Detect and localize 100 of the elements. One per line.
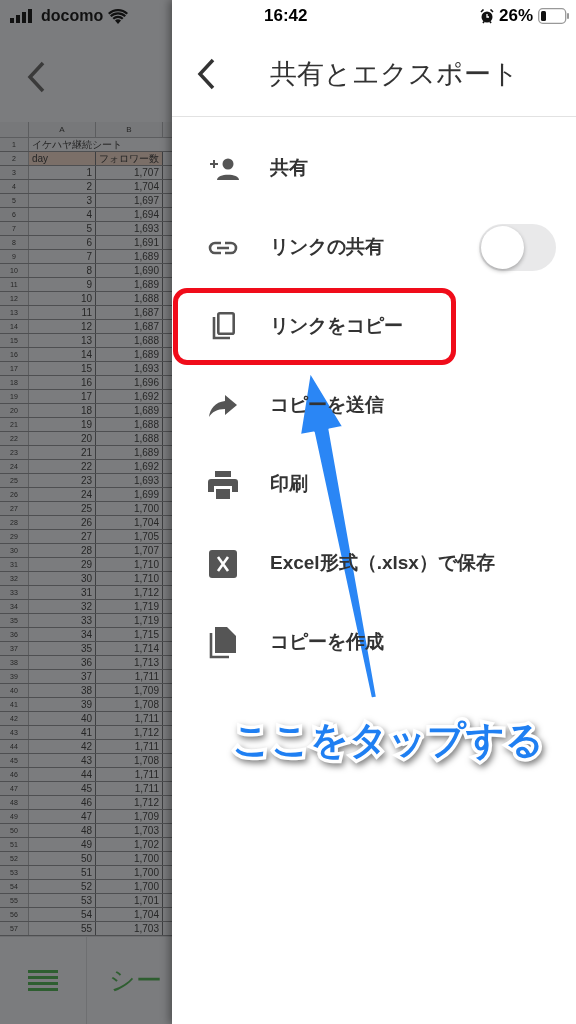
table-cell: 1,693 <box>96 362 163 375</box>
menu-item[interactable]: リンクをコピー <box>172 287 576 366</box>
table-cell: 3 <box>29 194 96 207</box>
table-cell: 1,700 <box>96 880 163 893</box>
table-cell: 51 <box>29 866 96 879</box>
table-cell: 1,703 <box>96 922 163 935</box>
table-cell: 1,711 <box>96 670 163 683</box>
menu-item[interactable]: リンクの共有 <box>172 208 576 287</box>
table-cell: 1,689 <box>96 278 163 291</box>
table-cell: 42 <box>29 740 96 753</box>
table-cell: 20 <box>29 432 96 445</box>
table-cell: 1,707 <box>96 544 163 557</box>
table-cell: 38 <box>29 684 96 697</box>
table-cell-text: イケハヤ継続シート <box>31 138 123 151</box>
table-cell: 46 <box>29 796 96 809</box>
table-cell: 1,691 <box>96 236 163 249</box>
table-cell: 1,710 <box>96 558 163 571</box>
table-cell: 19 <box>29 418 96 431</box>
table-cell: 1,692 <box>96 460 163 473</box>
table-cell: 1,692 <box>96 390 163 403</box>
table-cell: 1,704 <box>96 908 163 921</box>
table-cell: 8 <box>29 264 96 277</box>
table-cell: 54 <box>29 908 96 921</box>
table-cell: 48 <box>29 824 96 837</box>
table-cell: 1,713 <box>96 656 163 669</box>
table-cell: 1,689 <box>96 446 163 459</box>
table-cell: 22 <box>29 460 96 473</box>
table-cell: 27 <box>29 530 96 543</box>
table-cell: 30 <box>29 572 96 585</box>
table-cell: 1,712 <box>96 586 163 599</box>
table-cell: 12 <box>29 320 96 333</box>
table-cell: 1,710 <box>96 572 163 585</box>
table-cell: 34 <box>29 628 96 641</box>
table-cell: 13 <box>29 334 96 347</box>
column-header[interactable]: B <box>96 122 163 137</box>
table-cell: 1,689 <box>96 348 163 361</box>
table-cell: 1,709 <box>96 810 163 823</box>
table-cell: 45 <box>29 782 96 795</box>
table-cell: 1,707 <box>96 166 163 179</box>
link-icon <box>208 240 238 255</box>
table-cell: 1,700 <box>96 852 163 865</box>
table-cell: 1,688 <box>96 418 163 431</box>
table-cell: 1,712 <box>96 796 163 809</box>
table-cell: 7 <box>29 250 96 263</box>
table-cell: 1,687 <box>96 320 163 333</box>
table-cell: 24 <box>29 488 96 501</box>
table-cell: 55 <box>29 922 96 935</box>
menu-icon[interactable] <box>28 969 58 992</box>
table-cell: 40 <box>29 712 96 725</box>
table-cell: 1,715 <box>96 628 163 641</box>
table-cell: 43 <box>29 754 96 767</box>
printer-icon <box>208 470 238 499</box>
sheet-tab[interactable]: シー <box>109 961 162 1000</box>
menu-item[interactable]: 共有 <box>172 129 576 208</box>
battery-percent: 26% <box>498 5 533 28</box>
table-cell: 1,712 <box>96 726 163 739</box>
menu-item[interactable]: 印刷 <box>172 445 576 524</box>
drawer-title: 共有とエクスポート <box>270 57 519 91</box>
table-cell: 47 <box>29 810 96 823</box>
table-cell: 35 <box>29 642 96 655</box>
forward-arrow-icon <box>209 394 237 417</box>
table-cell: 5 <box>29 222 96 235</box>
column-header[interactable]: A <box>29 122 96 137</box>
table-cell: 28 <box>29 544 96 557</box>
table-cell: 53 <box>29 894 96 907</box>
annotation-text: ここをタップする <box>232 718 544 763</box>
table-cell: 1,705 <box>96 530 163 543</box>
table-cell: 1,704 <box>96 180 163 193</box>
table-cell: 11 <box>29 306 96 319</box>
table-cell: 1,708 <box>96 754 163 767</box>
back-icon[interactable] <box>196 58 216 90</box>
table-cell: 17 <box>29 390 96 403</box>
table-cell: 1,719 <box>96 600 163 613</box>
table-cell: 44 <box>29 768 96 781</box>
table-cell: 32 <box>29 600 96 613</box>
table-cell: 6 <box>29 236 96 249</box>
alarm-icon <box>479 8 494 24</box>
table-cell: 1,694 <box>96 208 163 221</box>
table-cell: 37 <box>29 670 96 683</box>
table-cell: 36 <box>29 656 96 669</box>
table-cell: 4 <box>29 208 96 221</box>
table-cell: 50 <box>29 852 96 865</box>
table-cell: フォロワー数 <box>96 152 163 165</box>
table-cell: 1,697 <box>96 194 163 207</box>
table-cell: 33 <box>29 614 96 627</box>
table-cell: 9 <box>29 278 96 291</box>
table-cell: 1,689 <box>96 404 163 417</box>
toggle-switch[interactable] <box>479 224 556 271</box>
table-cell: 41 <box>29 726 96 739</box>
table-cell: 39 <box>29 698 96 711</box>
table-cell: 1,688 <box>96 334 163 347</box>
table-cell: 1,701 <box>96 894 163 907</box>
table-cell: 1,690 <box>96 264 163 277</box>
table-cell: 25 <box>29 502 96 515</box>
carrier-name: docomo <box>41 6 104 26</box>
spreadsheet-x-icon <box>209 549 237 578</box>
table-cell: 1,693 <box>96 222 163 235</box>
table-cell: 15 <box>29 362 96 375</box>
table-cell: 2 <box>29 180 96 193</box>
file-copy-icon <box>209 626 237 659</box>
